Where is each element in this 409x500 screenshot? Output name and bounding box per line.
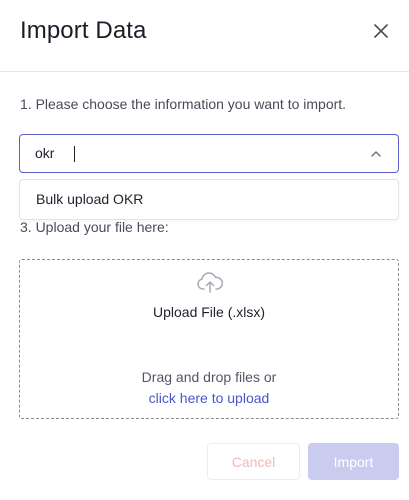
dropdown-option-bulk-upload-okr[interactable]: Bulk upload OKR (36, 180, 143, 219)
close-icon (374, 24, 388, 38)
click-to-upload-link[interactable]: click here to upload (20, 390, 398, 406)
cancel-button[interactable]: Cancel (207, 443, 300, 480)
dialog-header: Import Data (0, 0, 409, 72)
close-button[interactable] (369, 19, 393, 43)
chevron-up-icon[interactable] (368, 146, 384, 162)
drag-drop-text: Drag and drop files or (141, 369, 277, 385)
import-button[interactable]: Import (308, 443, 399, 480)
dialog-title: Import Data (20, 17, 147, 44)
information-search-input[interactable] (35, 135, 355, 172)
information-select[interactable] (19, 134, 399, 173)
cloud-upload-icon (197, 272, 224, 293)
select-dropdown: Bulk upload OKR (19, 179, 399, 220)
upload-file-label: Upload File (.xlsx) (152, 304, 266, 320)
step3-label: 3. Upload your file here: (20, 219, 169, 235)
step1-label: 1. Please choose the information you wan… (20, 96, 347, 112)
file-dropzone[interactable]: Upload File (.xlsx) Drag and drop files … (19, 259, 399, 419)
text-cursor (74, 146, 75, 162)
